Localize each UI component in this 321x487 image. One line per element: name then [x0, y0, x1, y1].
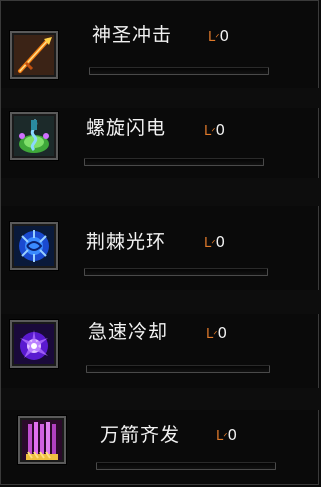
- skill-name: 荆棘光环: [86, 231, 167, 253]
- row-divider: [1, 290, 320, 314]
- skill-progress-bar: [96, 462, 276, 470]
- holy-strike-icon[interactable]: [10, 31, 58, 79]
- level-value: 0: [219, 27, 230, 45]
- skill-progress-bar: [89, 67, 269, 75]
- row-divider: [1, 178, 320, 206]
- level-value: 0: [215, 121, 226, 139]
- skill-name: 急速冷却: [88, 321, 169, 343]
- level-value: 0: [227, 426, 238, 444]
- skill-level: Lᐟ0: [204, 121, 226, 139]
- rapid-cooldown-icon[interactable]: [10, 320, 58, 368]
- skill-name: 螺旋闪电: [86, 117, 167, 139]
- level-value: 0: [215, 233, 226, 251]
- row-divider: [1, 88, 320, 108]
- skill-level: Lᐟ0: [216, 426, 238, 444]
- skill-progress-bar: [84, 158, 264, 166]
- skill-level: Lᐟ0: [206, 324, 228, 342]
- thorns-aura-icon[interactable]: [10, 222, 58, 270]
- skill-progress-bar: [84, 268, 268, 276]
- level-value: 0: [217, 324, 228, 342]
- row-divider: [1, 388, 320, 410]
- skill-name: 万箭齐发: [100, 424, 181, 446]
- skill-progress-bar: [86, 365, 270, 373]
- skill-name: 神圣冲击: [92, 24, 173, 46]
- skill-level: Lᐟ0: [204, 233, 226, 251]
- arrow-volley-icon[interactable]: [18, 416, 66, 464]
- spiral-lightning-icon[interactable]: [10, 112, 58, 160]
- skill-level: Lᐟ0: [208, 27, 230, 45]
